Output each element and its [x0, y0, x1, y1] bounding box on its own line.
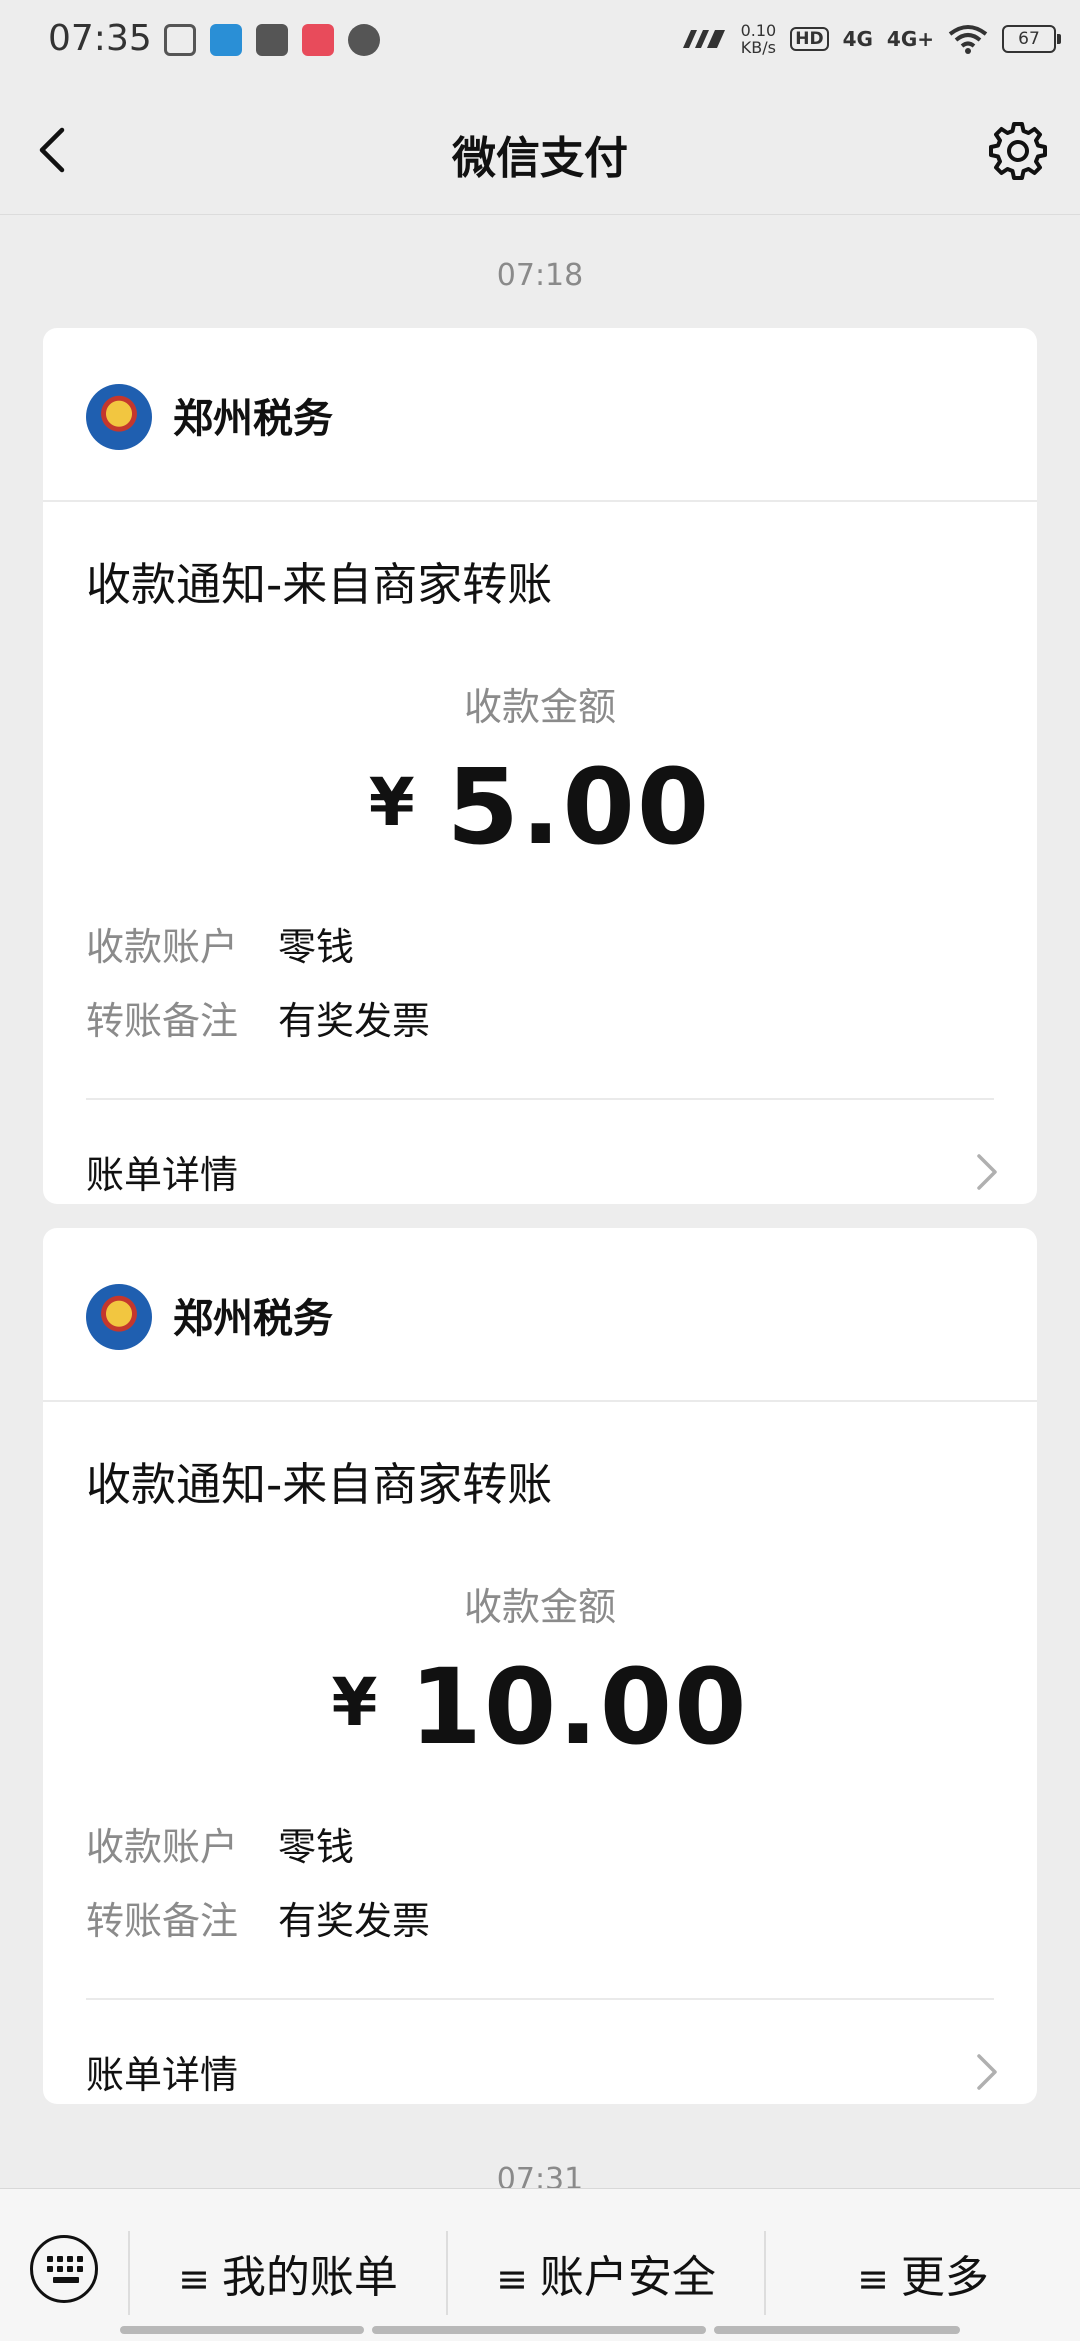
network-type-2: 4G+ — [886, 27, 934, 51]
network-type-1: 4G — [842, 27, 873, 51]
bottom-menu: ≡ 我的账单 ≡ 账户安全 ≡ 更多 — [0, 2188, 1080, 2341]
remark-key: 转账备注 — [86, 1899, 239, 1943]
merchant-logo — [86, 1284, 152, 1350]
chevron-right-icon[interactable] — [973, 1148, 1001, 1196]
remark-value: 有奖发票 — [278, 1899, 431, 1943]
remark-value: 有奖发票 — [278, 999, 431, 1043]
menu-item-label: 更多 — [900, 2252, 989, 2303]
menu-my-bills[interactable]: ≡ 我的账单 — [130, 2241, 446, 2305]
merchant-logo — [86, 384, 152, 450]
gear-icon[interactable] — [986, 118, 1050, 182]
remark-row: 转账备注 有奖发票 — [86, 990, 430, 1045]
hd-voice-icon: HD — [790, 27, 829, 51]
menu-item-label: 账户安全 — [539, 2252, 716, 2303]
status-indicators: 0.10 KB/s HD 4G 4G+ 67 — [681, 21, 1061, 57]
network-speed: 0.10 KB/s — [740, 21, 777, 57]
app-icon-1 — [164, 24, 196, 56]
battery-icon: 67 — [1002, 25, 1061, 53]
notice-title: 收款通知-来自商家转账 — [86, 1458, 553, 1511]
gesture-bar — [372, 2326, 706, 2334]
status-bar: 07:35 0.10 KB/s HD 4G 4G+ 67 — [0, 0, 1080, 86]
bill-detail-link[interactable]: 账单详情 — [86, 2044, 238, 2099]
menu-item-label: 我的账单 — [221, 2252, 398, 2303]
divider — [86, 1998, 994, 2000]
telegram-icon — [256, 24, 288, 56]
gesture-bar — [714, 2326, 960, 2334]
merchant-name: 郑州税务 — [173, 396, 333, 442]
currency-symbol: ¥ — [368, 764, 417, 841]
currency-symbol: ¥ — [331, 1664, 380, 1741]
chevron-right-icon[interactable] — [973, 2048, 1001, 2096]
menu-icon: ≡ — [857, 2257, 889, 2301]
payment-notice-card[interactable]: 郑州税务 收款通知-来自商家转账 收款金额 ¥10.00 收款账户 零钱 转账备注… — [43, 1228, 1037, 2104]
menu-account-security[interactable]: ≡ 账户安全 — [448, 2241, 764, 2305]
account-row: 收款账户 零钱 — [86, 916, 354, 971]
remark-row: 转账备注 有奖发票 — [86, 1890, 430, 1945]
gesture-bar — [120, 2326, 364, 2334]
app-icon-3 — [302, 24, 334, 56]
chat-bubble-icon — [348, 24, 380, 56]
page-title: 微信支付 — [452, 133, 628, 184]
status-time: 07:35 — [48, 18, 152, 59]
nav-bar: 微信支付 — [0, 86, 1080, 215]
account-row: 收款账户 零钱 — [86, 1816, 354, 1871]
card-header[interactable]: 郑州税务 — [43, 328, 1037, 502]
menu-icon: ≡ — [178, 2257, 210, 2301]
remark-key: 转账备注 — [86, 999, 239, 1043]
keyboard-icon[interactable] — [30, 2235, 98, 2303]
account-value: 零钱 — [278, 925, 355, 969]
signal-strength-icon — [682, 30, 725, 48]
account-key: 收款账户 — [86, 1825, 239, 1869]
amount: ¥10.00 — [43, 1646, 1037, 1768]
notice-title: 收款通知-来自商家转账 — [86, 558, 553, 611]
message-time: 07:18 — [496, 258, 584, 293]
amount-label: 收款金额 — [463, 1585, 616, 1629]
card-header[interactable]: 郑州税务 — [43, 1228, 1037, 1402]
account-value: 零钱 — [278, 1825, 355, 1869]
amount-value: 5.00 — [446, 746, 712, 868]
merchant-name: 郑州税务 — [173, 1296, 333, 1342]
menu-icon: ≡ — [496, 2257, 528, 2301]
payment-notice-card[interactable]: 郑州税务 收款通知-来自商家转账 收款金额 ¥5.00 收款账户 零钱 转账备注有… — [43, 328, 1037, 1204]
divider — [86, 1098, 994, 1100]
amount: ¥5.00 — [43, 746, 1037, 868]
wifi-icon — [948, 25, 988, 54]
menu-more[interactable]: ≡ 更多 — [766, 2241, 1080, 2305]
amount-label: 收款金额 — [463, 685, 616, 729]
notification-icons — [164, 24, 380, 56]
app-icon-2 — [210, 24, 242, 56]
bill-detail-link[interactable]: 账单详情 — [86, 1144, 238, 1199]
account-key: 收款账户 — [86, 925, 239, 969]
amount-value: 10.00 — [409, 1646, 749, 1768]
